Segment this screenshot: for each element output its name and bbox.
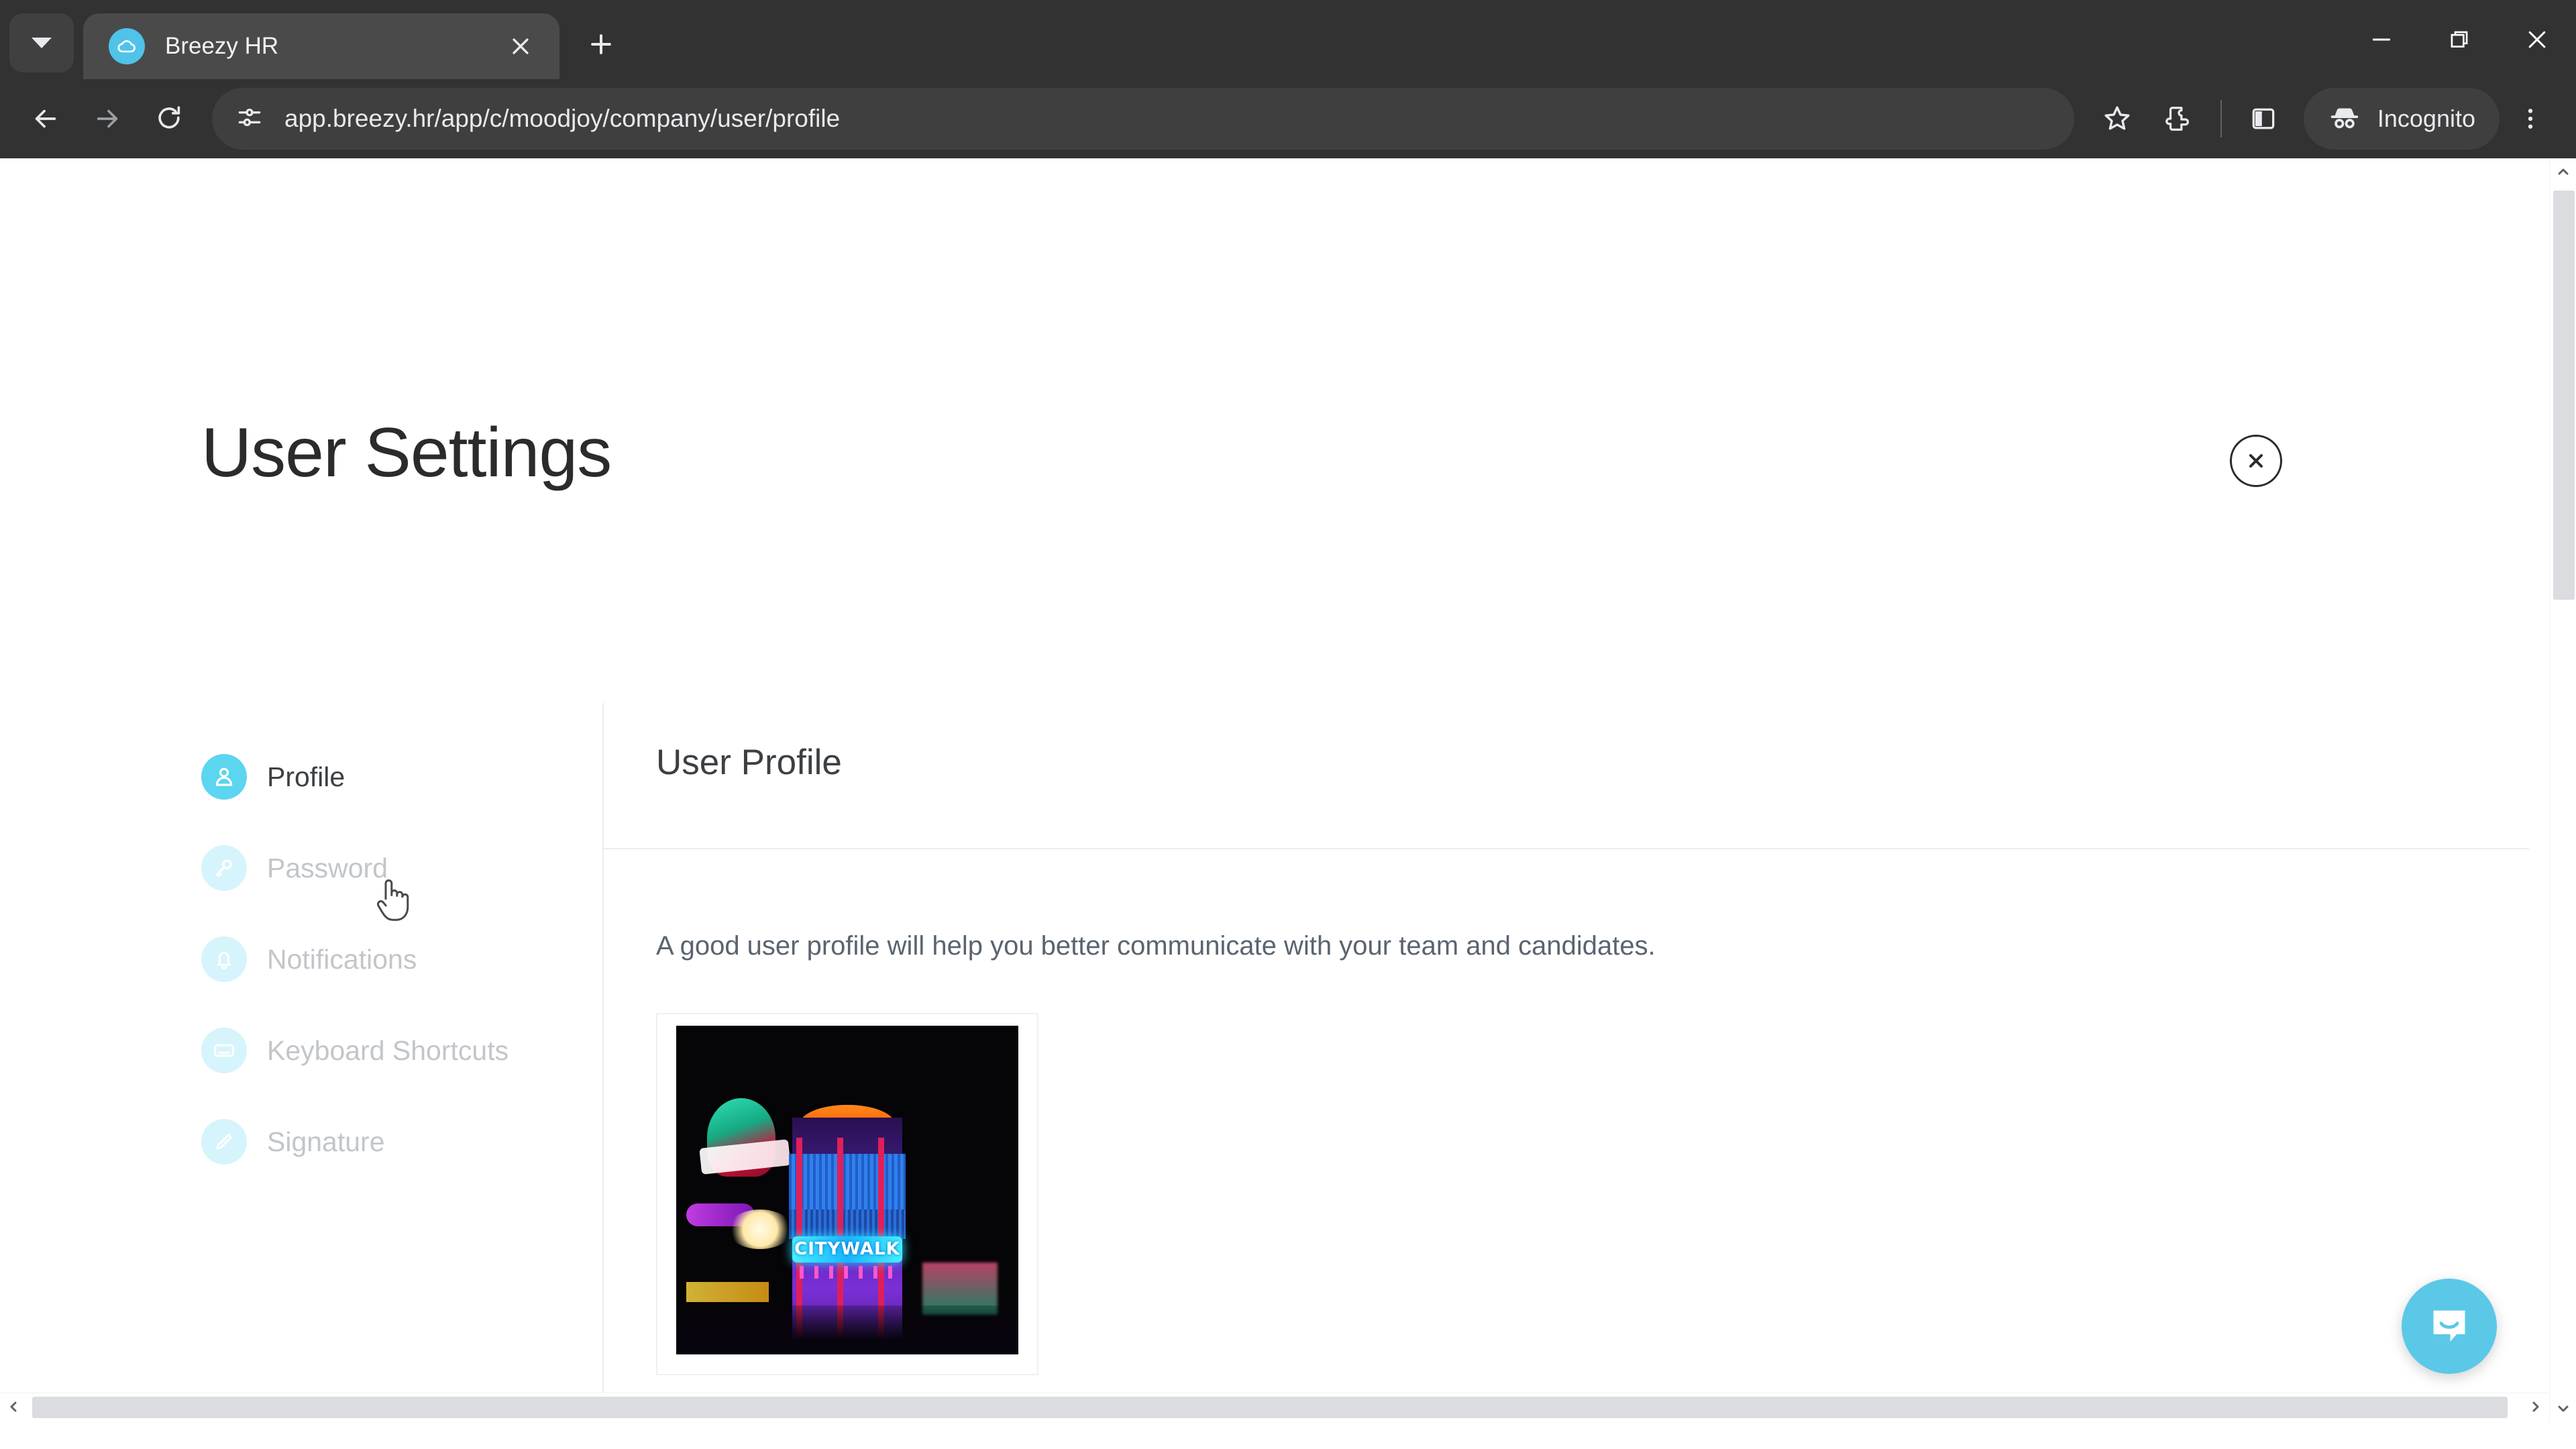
star-icon[interactable] [2086,88,2148,150]
key-icon [201,845,247,891]
reload-button[interactable] [138,88,200,150]
horizontal-scroll-thumb[interactable] [32,1397,2508,1418]
new-tab-button[interactable] [576,19,627,70]
incognito-indicator[interactable]: Incognito [2303,88,2500,150]
scroll-right-arrow-icon[interactable] [2522,1393,2549,1420]
horizontal-scrollbar[interactable] [0,1393,2549,1419]
tab-search-button[interactable] [9,13,74,72]
incognito-label: Incognito [2377,105,2475,132]
keyboard-icon [201,1028,247,1073]
cloud-breeze-favicon [109,28,145,64]
close-window-button[interactable] [2498,0,2576,79]
forward-button[interactable] [76,88,138,150]
chevron-down-icon [32,38,52,48]
user-icon [201,754,247,800]
window-controls [2343,0,2576,79]
tab-title: Breezy HR [165,33,279,59]
browser-tab[interactable]: Breezy HR [83,13,559,79]
scroll-left-arrow-icon[interactable] [0,1393,27,1420]
address-bar[interactable]: app.breezy.hr/app/c/moodjoy/company/user… [212,88,2074,150]
photo-crowd [676,1305,1018,1354]
site-settings-icon[interactable] [235,103,264,136]
content-description: A good user profile will help you better… [656,931,1656,961]
back-button[interactable] [15,88,76,150]
profile-photo[interactable]: CITYWALK [676,1026,1018,1354]
browser-toolbar: app.breezy.hr/app/c/moodjoy/company/user… [0,79,2576,158]
sidebar-item-label: Password [267,852,388,883]
photo-blue-band [789,1154,906,1210]
intercom-chat-icon [2433,1310,2465,1342]
three-dot-menu-icon[interactable] [2500,88,2561,150]
browser-window: Breezy HR app.breezy.hr/app/c/moodjoy/co… [0,0,2576,1449]
vertical-scrollbar[interactable] [2549,158,2576,1422]
side-panel-icon[interactable] [2233,88,2294,150]
sidebar-item-label: Notifications [267,943,417,975]
toolbar-divider [2220,100,2222,138]
extensions-puzzle-icon[interactable] [2148,88,2210,150]
photo-left-sign [686,1282,769,1302]
sidebar-item-password[interactable]: Password [201,845,388,891]
photo-blue-band-lower [789,1210,906,1240]
photo-light-row [799,1265,896,1279]
close-settings-button[interactable] [2230,435,2282,487]
sidebar-item-label: Signature [267,1126,385,1157]
content-divider [604,848,2529,849]
minimize-button[interactable] [2343,0,2420,79]
page-viewport: User Settings Profile Password Notificat… [0,158,2576,1449]
sidebar-item-signature[interactable]: Signature [201,1119,385,1165]
scroll-down-arrow-icon[interactable] [2550,1395,2576,1422]
settings-body: Profile Password Notifications Keyboard … [0,703,2549,1419]
bell-icon [201,936,247,982]
sidebar-item-profile[interactable]: Profile [201,754,345,800]
vertical-scroll-thumb[interactable] [2553,191,2575,600]
page-title: User Settings [201,414,612,492]
tab-strip: Breezy HR [0,0,2576,79]
photo-citywalk-text: CITYWALK [794,1239,900,1260]
user-settings-page: User Settings Profile Password Notificat… [0,158,2549,1419]
sidebar-item-label: Keyboard Shortcuts [267,1034,509,1066]
address-bar-url: app.breezy.hr/app/c/moodjoy/company/user… [284,105,841,132]
intercom-launcher-button[interactable] [2402,1279,2497,1374]
scroll-up-arrow-icon[interactable] [2550,158,2576,185]
tab-close-button[interactable] [502,28,539,65]
profile-photo-card[interactable]: CITYWALK [656,1013,1038,1375]
sidebar-item-label: Profile [267,761,345,792]
sidebar-item-notifications[interactable]: Notifications [201,936,417,982]
incognito-spy-icon [2328,101,2361,138]
content-heading: User Profile [656,743,842,782]
settings-sidebar: Profile Password Notifications Keyboard … [0,703,604,1419]
pen-icon [201,1119,247,1165]
sidebar-item-keyboard-shortcuts[interactable]: Keyboard Shortcuts [201,1028,508,1073]
toolbar-actions: Incognito [2086,88,2561,150]
maximize-button[interactable] [2420,0,2498,79]
photo-citywalk-sign: CITYWALK [792,1236,902,1263]
photo-street-lamp [727,1210,793,1250]
